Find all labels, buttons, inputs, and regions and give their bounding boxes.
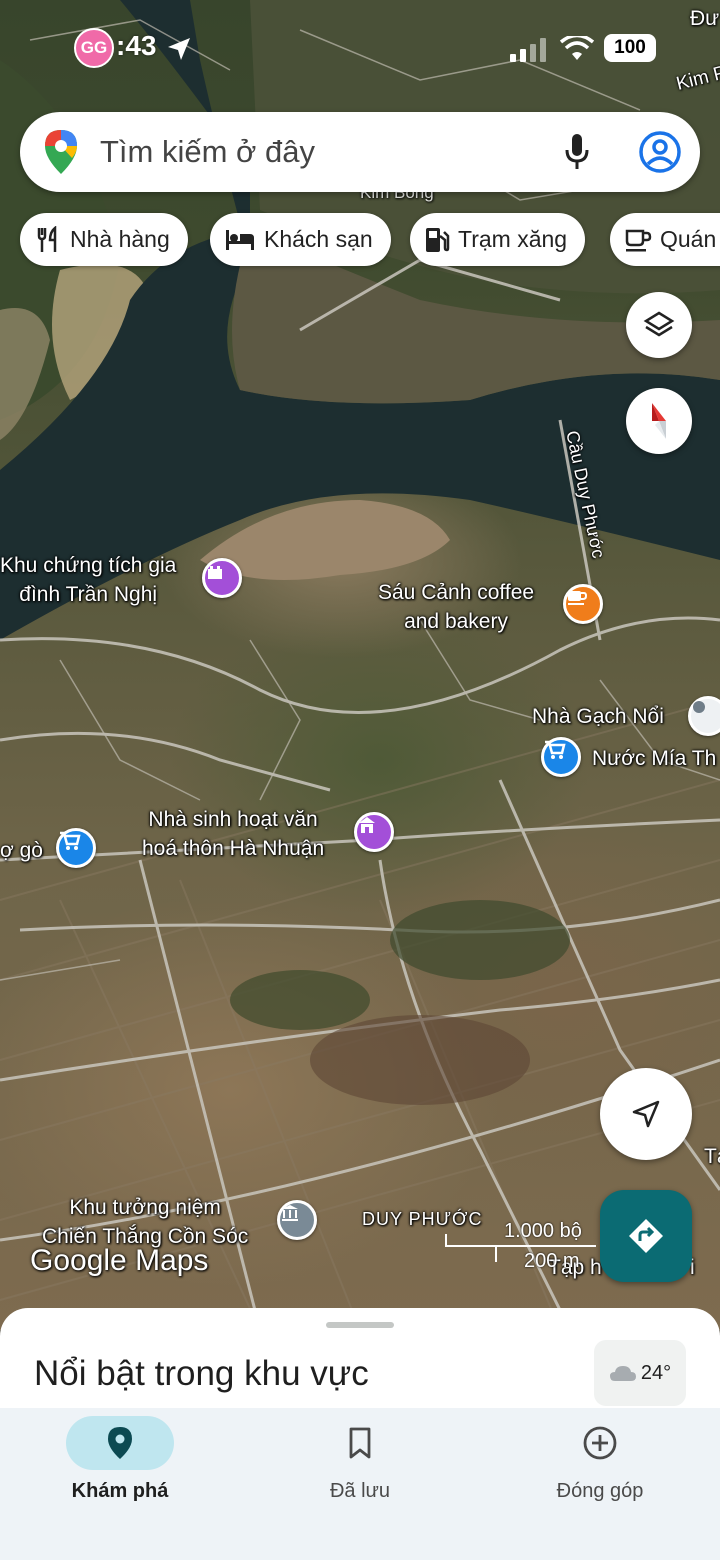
cart-icon: [545, 740, 566, 759]
weather-badge[interactable]: 24°: [594, 1340, 686, 1406]
directions-icon: [629, 1219, 663, 1253]
weather-temperature: 24°: [640, 1361, 672, 1384]
poi-label-sau-canh[interactable]: Sáu Cảnh coffee and bakery: [378, 578, 534, 636]
poi-pin-shop[interactable]: [541, 737, 581, 777]
scale-label-meters: 200 m: [524, 1250, 580, 1272]
search-bar[interactable]: Tìm kiếm ở đây: [20, 112, 700, 192]
explore-pin-icon: [108, 1427, 132, 1459]
poi-pin-place[interactable]: [688, 696, 720, 736]
nav-contribute[interactable]: Đóng góp: [480, 1408, 720, 1560]
castle-icon: [208, 566, 222, 579]
account-icon[interactable]: [638, 130, 682, 174]
compass-icon: [652, 403, 666, 439]
battery-icon: 100: [604, 34, 656, 62]
chip-label: Khách sạn: [264, 226, 373, 252]
nav-explore-label: Khám phá: [71, 1480, 169, 1502]
sheet-title: Nổi bật trong khu vực: [34, 1354, 369, 1393]
bottom-navigation: Khám phá Đã lưu Đóng góp: [0, 1408, 720, 1560]
wifi-icon: [560, 36, 594, 60]
microphone-icon[interactable]: [564, 134, 590, 170]
coffee-icon: [568, 591, 588, 605]
chip-cafes[interactable]: Quán: [610, 213, 720, 266]
nav-saved-pill: [306, 1416, 414, 1470]
poi-pin-culture-house[interactable]: [354, 812, 394, 852]
layers-icon: [643, 311, 675, 337]
chip-label: Nhà hàng: [70, 226, 170, 252]
nav-explore[interactable]: Khám phá: [0, 1408, 240, 1560]
search-input[interactable]: Tìm kiếm ở đây: [100, 134, 315, 170]
bottom-sheet[interactable]: Nổi bật trong khu vực 24°: [0, 1308, 720, 1418]
poi-label-khu-tuong-niem[interactable]: Khu tưởng niệm Chiến Thắng Cồn Sóc: [42, 1193, 248, 1251]
restaurant-icon: [37, 225, 57, 252]
coffee-cup-icon: [625, 229, 652, 251]
hotel-bed-icon: [226, 229, 254, 250]
chip-label: Trạm xăng: [458, 226, 568, 252]
gas-station-icon: [426, 227, 450, 252]
poi-label-tran-nghi[interactable]: Khu chứng tích gia đình Trần Nghị: [0, 551, 176, 609]
chip-gas-stations[interactable]: Trạm xăng: [410, 213, 586, 266]
poi-label-nha-sinh-hoat[interactable]: Nhà sinh hoạt văn hoá thôn Hà Nhuận: [142, 805, 324, 863]
chip-hotels[interactable]: Khách sạn: [210, 213, 391, 266]
cloud-icon: [609, 1366, 636, 1381]
nav-contribute-pill: [546, 1416, 654, 1470]
poi-label-cho-go[interactable]: ợ gò: [0, 836, 43, 865]
poi-label-right-edge[interactable]: Tạ: [704, 1142, 720, 1171]
add-circle-icon: [583, 1426, 617, 1460]
sheet-drag-handle[interactable]: [326, 1322, 394, 1328]
directions-button[interactable]: [600, 1190, 692, 1282]
status-bar: GG :43 100: [0, 0, 720, 96]
compass-button[interactable]: [626, 388, 692, 454]
scale-label-feet: 1.000 bộ: [504, 1220, 582, 1242]
poi-pin-market[interactable]: [56, 828, 96, 868]
navigation-arrow-icon: [632, 1100, 660, 1128]
bookmark-icon: [349, 1427, 371, 1459]
location-arrow-icon: [168, 38, 190, 60]
poi-pin-monument[interactable]: [202, 558, 242, 598]
poi-label-nuoc-mia[interactable]: Nước Mía Th: [592, 744, 716, 773]
poi-pin-cafe[interactable]: [563, 584, 603, 624]
temple-icon: [359, 817, 375, 833]
google-maps-branding: Google Maps: [30, 1244, 209, 1277]
nav-saved-label: Đã lưu: [329, 1480, 391, 1502]
poi-pin-memorial[interactable]: [277, 1200, 317, 1240]
chip-label: Quán: [660, 226, 717, 252]
my-location-button[interactable]: [600, 1068, 692, 1160]
museum-icon: [282, 1205, 298, 1221]
nav-contribute-label: Đóng góp: [556, 1480, 644, 1502]
status-time: :43: [116, 30, 157, 61]
poi-label-nha-gach[interactable]: Nhà Gạch Nổi: [532, 702, 664, 731]
nav-explore-pill: [66, 1416, 174, 1470]
google-maps-logo: [45, 130, 77, 174]
cart-icon: [60, 831, 81, 850]
area-label-duy-phuoc: DUY PHƯỚC: [362, 1209, 483, 1229]
status-avatar: GG: [74, 28, 114, 68]
layers-button[interactable]: [626, 292, 692, 358]
signal-icon: [510, 38, 546, 62]
nav-saved[interactable]: Đã lưu: [240, 1408, 480, 1560]
chip-restaurants[interactable]: Nhà hàng: [20, 213, 188, 266]
dot-icon: [693, 701, 705, 713]
